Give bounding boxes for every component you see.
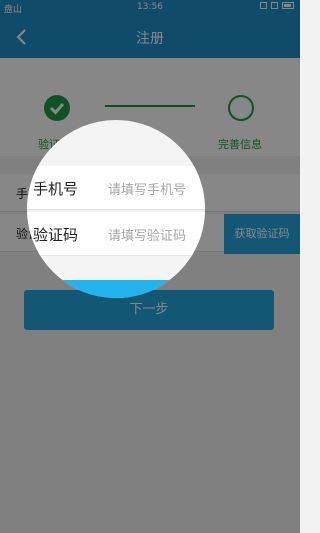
magnified-code-input[interactable]: 请填写验证码 (108, 225, 186, 244)
sim-icon (271, 2, 278, 9)
nav-bar: 注册 (0, 16, 300, 58)
step-connector (105, 105, 195, 107)
page-title: 注册 (136, 31, 164, 47)
alarm-icon (260, 2, 267, 9)
magnified-code-row: 验证码 请填写验证码 (27, 212, 205, 256)
magnified-phone-label: 手机号 (33, 180, 79, 198)
status-bar: 盘山 13:56 (0, 0, 300, 16)
magnified-phone-row: 手机号 请填写手机号 (27, 166, 205, 210)
status-time: 13:56 (137, 2, 163, 12)
step2-circle-icon (228, 95, 254, 121)
battery-icon (282, 2, 294, 9)
magnified-phone-input[interactable]: 请填写手机号 (108, 179, 186, 198)
status-icons (260, 2, 294, 9)
step2-label: 完善信息 (218, 138, 262, 151)
magnified-code-label: 验证码 (33, 226, 79, 244)
get-code-button[interactable]: 获取验证码 (224, 214, 300, 254)
step1-check-icon (44, 95, 70, 121)
magnifier-lens: 手机号 请填写手机号 验证码 请填写验证码 (27, 120, 205, 298)
magnified-next-button (27, 280, 205, 298)
